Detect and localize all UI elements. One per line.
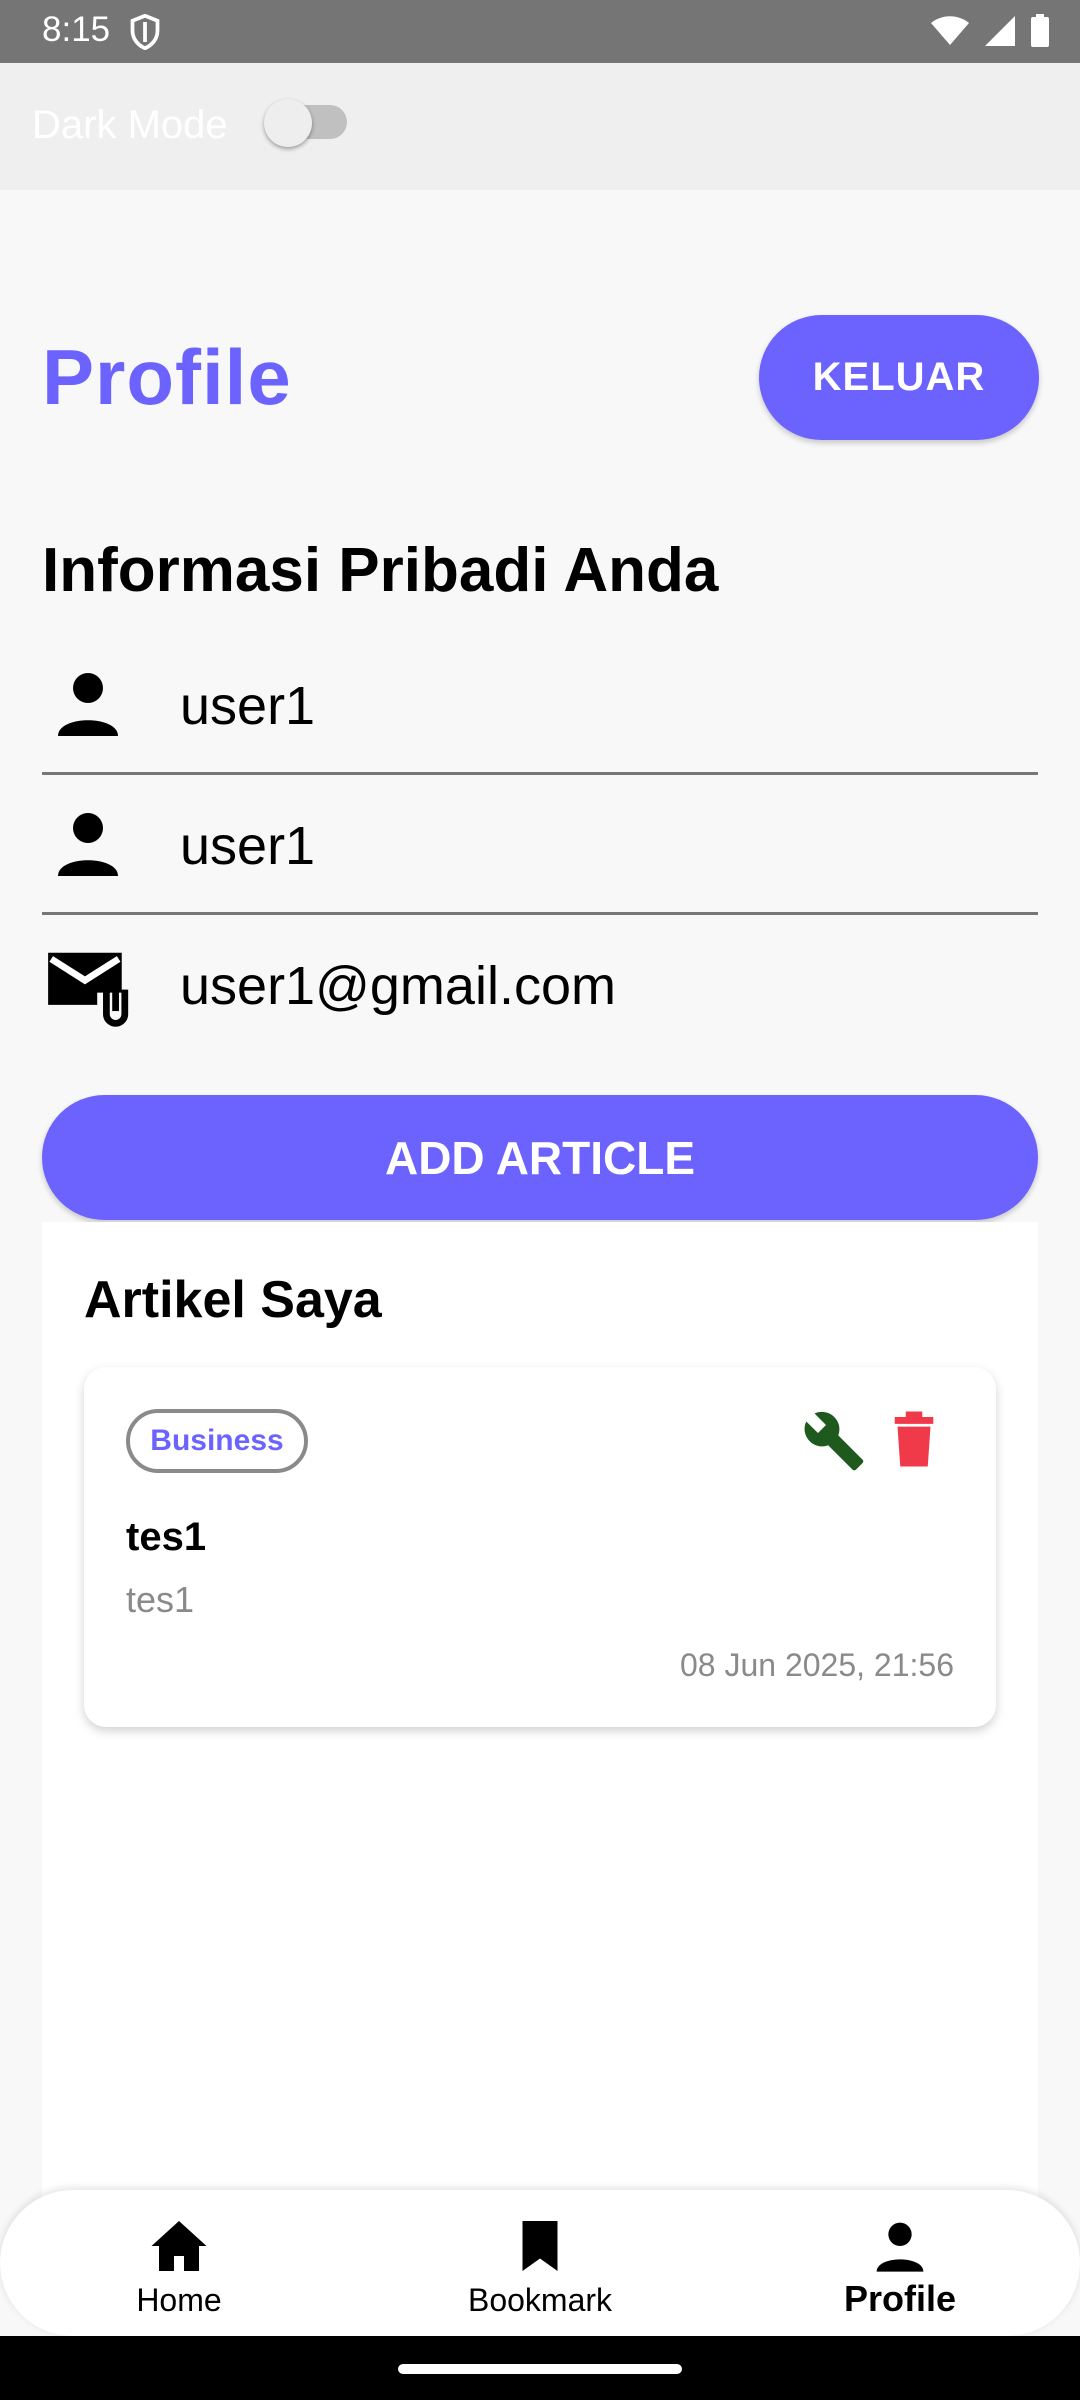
article-title: tes1 bbox=[126, 1515, 207, 1559]
name-value: user1 bbox=[180, 816, 316, 876]
my-articles-title: Artikel Saya bbox=[84, 1271, 382, 1329]
home-icon bbox=[151, 2221, 207, 2271]
battery-icon bbox=[1031, 14, 1049, 47]
person-icon bbox=[58, 813, 118, 876]
username-value: user1 bbox=[180, 676, 316, 736]
bottom-navigation: Home Bookmark Profile bbox=[0, 2190, 1080, 2336]
nav-bookmark-label: Bookmark bbox=[467, 2282, 613, 2318]
status-time: 8:15 bbox=[42, 10, 111, 49]
dark-mode-bar: Dark Mode bbox=[0, 63, 1080, 190]
person-icon bbox=[58, 673, 118, 736]
nav-profile-label: Profile bbox=[843, 2278, 957, 2319]
wifi-icon bbox=[931, 16, 969, 45]
name-field: user1 bbox=[42, 777, 1038, 915]
wrench-icon[interactable] bbox=[802, 1409, 866, 1473]
category-chip: Business bbox=[126, 1409, 308, 1473]
bookmark-icon bbox=[522, 2221, 558, 2271]
nav-bookmark[interactable]: Bookmark bbox=[430, 2190, 650, 2336]
logout-button[interactable]: KELUAR bbox=[759, 315, 1039, 440]
personal-info-title: Informasi Pribadi Anda bbox=[42, 536, 719, 605]
username-field: user1 bbox=[42, 637, 1038, 775]
my-articles-panel: Artikel Saya Business tes1 tes1 08 Jun 2… bbox=[42, 1222, 1038, 2222]
email-field: user1@gmail.com bbox=[42, 917, 1038, 1055]
person-icon bbox=[876, 2222, 924, 2272]
status-icons bbox=[930, 14, 1050, 48]
nav-home[interactable]: Home bbox=[69, 2190, 289, 2336]
add-article-button[interactable]: ADD ARTICLE bbox=[42, 1095, 1038, 1220]
gesture-handle[interactable] bbox=[398, 2364, 682, 2374]
article-date: 08 Jun 2025, 21:56 bbox=[679, 1647, 954, 1683]
switch-thumb bbox=[264, 99, 312, 147]
trash-icon[interactable] bbox=[892, 1411, 936, 1467]
article-card[interactable]: Business tes1 tes1 08 Jun 2025, 21:56 bbox=[84, 1367, 996, 1727]
dark-mode-label: Dark Mode bbox=[32, 103, 228, 147]
article-summary: tes1 bbox=[126, 1579, 195, 1620]
page-title: Profile bbox=[42, 333, 292, 421]
nav-home-label: Home bbox=[136, 2282, 222, 2318]
shield-icon bbox=[130, 14, 160, 50]
signal-icon bbox=[985, 16, 1015, 46]
email-value: user1@gmail.com bbox=[180, 956, 616, 1016]
profile-screen: 8:15 Dark Mode Profile KELUAR Informasi … bbox=[0, 0, 1080, 2400]
email-attachment-icon bbox=[48, 952, 129, 1027]
status-bar: 8:15 bbox=[0, 0, 1080, 63]
nav-profile[interactable]: Profile bbox=[790, 2190, 1010, 2336]
